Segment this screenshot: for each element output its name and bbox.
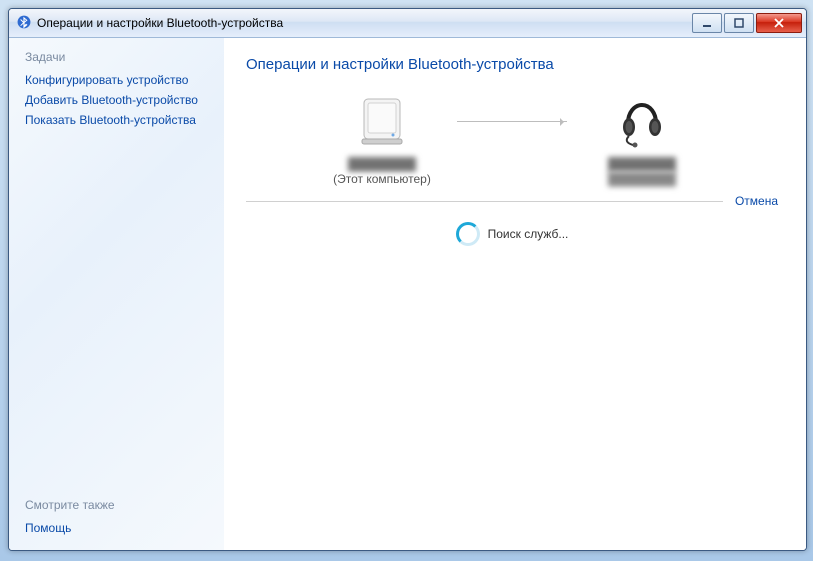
separator	[246, 201, 723, 202]
sidebar-link-add[interactable]: Добавить Bluetooth-устройство	[25, 93, 212, 107]
remote-device-name: ████████	[608, 157, 676, 171]
remote-device-sub: ████████	[608, 172, 676, 186]
close-button[interactable]	[756, 13, 802, 33]
device-pair-diagram: ████████ (Этот компьютер)	[246, 89, 778, 186]
sidebar-tasks: Задачи Конфигурировать устройство Добави…	[9, 38, 224, 550]
sidebar-link-configure[interactable]: Конфигурировать устройство	[25, 73, 212, 87]
headset-icon	[610, 89, 674, 153]
spinner-icon	[456, 222, 480, 246]
bluetooth-icon	[17, 15, 31, 32]
page-title: Операции и настройки Bluetooth-устройств…	[246, 56, 778, 73]
device-remote-headset: ████████ ████████	[567, 89, 717, 186]
maximize-button[interactable]	[724, 13, 754, 33]
minimize-button[interactable]	[692, 13, 722, 33]
sidebar-link-show[interactable]: Показать Bluetooth-устройства	[25, 113, 212, 127]
device-this-computer: ████████ (Этот компьютер)	[307, 89, 457, 186]
computer-icon	[350, 89, 414, 153]
status-row: Поиск служб...	[246, 222, 778, 246]
connection-arrow-icon	[457, 89, 567, 153]
tasks-heading: Задачи	[25, 50, 212, 64]
this-computer-name: ████████	[348, 157, 416, 171]
main-content: Операции и настройки Bluetooth-устройств…	[224, 38, 806, 550]
cancel-link[interactable]: Отмена	[735, 194, 778, 208]
titlebar[interactable]: Операции и настройки Bluetooth-устройств…	[9, 9, 806, 38]
sidebar-link-help[interactable]: Помощь	[25, 521, 212, 535]
see-also-heading: Смотрите также	[25, 498, 212, 512]
status-text: Поиск служб...	[488, 227, 569, 241]
this-computer-label: (Этот компьютер)	[333, 172, 431, 186]
window-title: Операции и настройки Bluetooth-устройств…	[37, 16, 692, 30]
bluetooth-settings-window: Операции и настройки Bluetooth-устройств…	[8, 8, 807, 551]
